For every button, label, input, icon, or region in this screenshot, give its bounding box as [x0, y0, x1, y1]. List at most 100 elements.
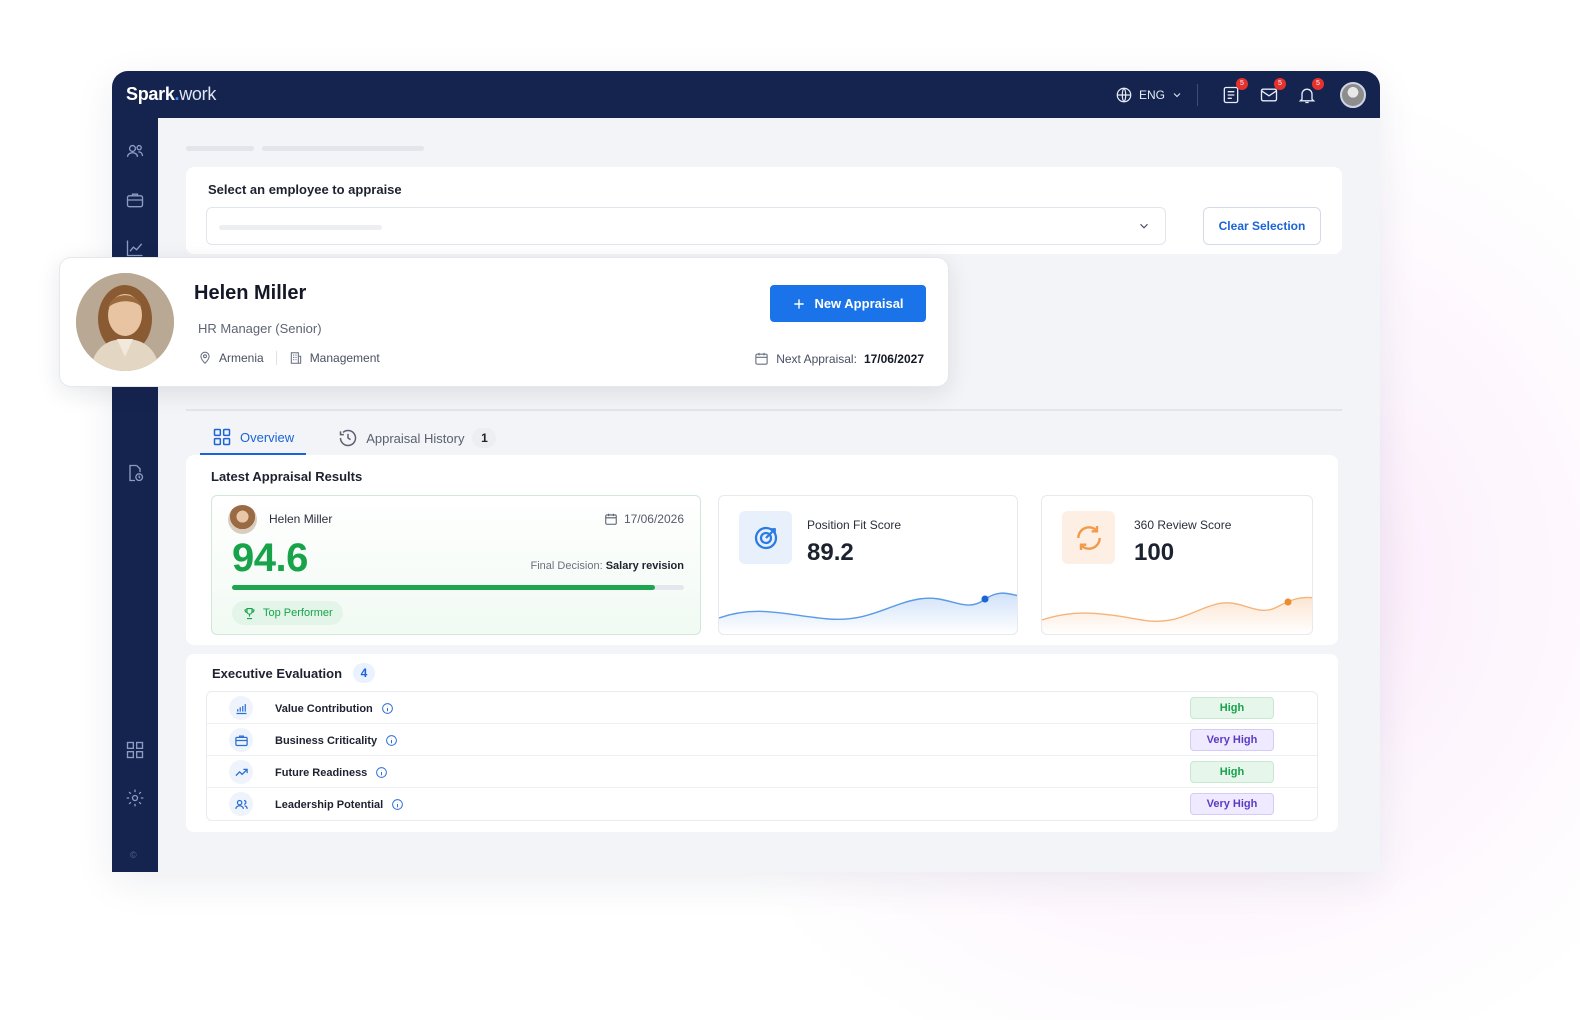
- icon-circle: [229, 728, 253, 752]
- rating-badge: High: [1190, 761, 1274, 783]
- language-selector[interactable]: ENG: [1115, 86, 1183, 104]
- score-value: 100: [1134, 539, 1175, 566]
- icon-circle: [229, 696, 253, 720]
- users-icon[interactable]: [125, 141, 145, 161]
- profile-photo: [76, 273, 174, 371]
- section-divider: [186, 409, 1342, 411]
- location: Armenia: [198, 351, 264, 365]
- messages-button[interactable]: 5: [1257, 77, 1286, 107]
- info-icon[interactable]: [375, 766, 388, 779]
- notifications-badge: 5: [1312, 77, 1324, 90]
- score-label: Position Fit Score: [807, 518, 902, 532]
- trending-up-icon: [234, 768, 248, 776]
- top-bar: Spark.work ENG 5 5 5: [112, 71, 1380, 118]
- appraisal-date: 17/06/2026: [604, 512, 684, 526]
- language-label: ENG: [1138, 87, 1165, 102]
- briefcase-icon[interactable]: [125, 190, 145, 210]
- tab-label: Appraisal History: [366, 430, 465, 446]
- refresh-icon: [1076, 525, 1101, 550]
- table-row: Leadership Potential Very High: [207, 788, 1317, 820]
- calendar-icon: [605, 513, 617, 525]
- tasks-badge: 5: [1236, 77, 1248, 90]
- gear-icon[interactable]: [125, 788, 145, 808]
- score-label: 360 Review Score: [1134, 518, 1232, 532]
- overall-score-card[interactable]: Helen Miller 17/06/2026 94.6 Final Decis…: [211, 495, 701, 635]
- executive-title: Executive Evaluation: [212, 666, 343, 681]
- grid-icon[interactable]: [125, 740, 145, 760]
- user-avatar[interactable]: [1340, 81, 1366, 108]
- score-value: 89.2: [807, 539, 854, 566]
- evaluation-table: Value Contribution High Business Critica…: [206, 691, 1318, 821]
- location-text: Armenia: [219, 351, 264, 365]
- overall-score: 94.6: [232, 536, 308, 580]
- selector-title: Select an employee to appraise: [208, 182, 402, 197]
- dashboard-icon: [213, 428, 231, 446]
- divider: [1197, 83, 1198, 106]
- employee-profile-card: Helen Miller HR Manager (Senior) Armenia…: [59, 257, 949, 387]
- icon-circle: [229, 760, 253, 784]
- table-row: Future Readiness High: [207, 756, 1317, 788]
- calendar-icon: [755, 352, 768, 365]
- row-label-text: Value Contribution: [275, 702, 373, 715]
- employee-title: HR Manager (Senior): [198, 321, 322, 336]
- sparkline-point: [1284, 598, 1292, 606]
- rating-badge: Very High: [1190, 729, 1274, 751]
- row-label: Future Readiness: [275, 766, 388, 779]
- department-text: Management: [309, 351, 380, 365]
- tab-overview[interactable]: Overview: [200, 421, 307, 455]
- app-window: Spark.work ENG 5 5 5 © Select an employe…: [112, 71, 1380, 872]
- row-label: Value Contribution: [275, 702, 394, 715]
- score-progress-fill: [232, 585, 656, 590]
- review-360-card[interactable]: 360 Review Score 100: [1041, 495, 1313, 635]
- info-icon[interactable]: [385, 734, 398, 747]
- breadcrumb: [186, 146, 254, 151]
- sidebar: ©: [112, 118, 158, 872]
- decision-value: Salary revision: [605, 560, 684, 572]
- chart-icon[interactable]: [125, 238, 145, 258]
- table-row: Value Contribution High: [207, 692, 1317, 724]
- building-icon: [290, 352, 301, 364]
- info-icon[interactable]: [391, 798, 404, 811]
- icon-circle: [229, 792, 253, 816]
- icon-box: [1062, 511, 1115, 564]
- document-clock-icon[interactable]: [125, 463, 145, 483]
- messages-badge: 5: [1274, 77, 1286, 90]
- latest-results-title: Latest Appraisal Results: [211, 469, 363, 484]
- target-icon: [754, 526, 777, 549]
- map-pin-icon: [200, 351, 210, 364]
- employee-selector-card: Select an employee to appraise Clear Sel…: [186, 167, 1342, 254]
- employee-meta: Armenia Management: [198, 351, 380, 365]
- row-label-text: Business Criticality: [275, 734, 378, 747]
- new-appraisal-button[interactable]: New Appraisal: [770, 285, 926, 322]
- date-text: 17/06/2026: [623, 512, 684, 526]
- tasks-button[interactable]: 5: [1219, 77, 1248, 107]
- decision-label: Final Decision:: [530, 560, 603, 572]
- portrait-image: [76, 273, 174, 371]
- briefcase-icon: [234, 735, 248, 746]
- tab-appraisal-history[interactable]: Appraisal History 1: [326, 421, 508, 455]
- main-content: Select an employee to appraise Clear Sel…: [158, 118, 1380, 872]
- row-label-text: Leadership Potential: [275, 798, 384, 811]
- next-appraisal-date: 17/06/2027: [863, 351, 924, 366]
- department: Management: [289, 351, 380, 365]
- chevron-down-icon: [1140, 223, 1148, 229]
- divider: [275, 351, 277, 365]
- next-appraisal: Next Appraisal: 17/06/2027: [754, 351, 924, 366]
- executive-count-badge: 4: [353, 663, 375, 683]
- tab-bar: Overview Appraisal History 1: [200, 420, 508, 456]
- tab-label: Overview: [240, 429, 295, 445]
- button-label: New Appraisal: [814, 296, 904, 311]
- avatar: [228, 505, 257, 534]
- clear-selection-button[interactable]: Clear Selection: [1203, 207, 1321, 245]
- history-icon: [339, 429, 357, 447]
- bar-chart-icon: [236, 703, 246, 714]
- top-performer-badge: Top Performer: [232, 601, 343, 625]
- row-label: Business Criticality: [275, 734, 398, 747]
- position-fit-card[interactable]: Position Fit Score 89.2: [718, 495, 1018, 635]
- notifications-button[interactable]: 5: [1295, 77, 1324, 107]
- plus-icon: [794, 298, 805, 309]
- info-icon[interactable]: [381, 702, 394, 715]
- chevron-down-icon: [1173, 92, 1181, 97]
- rating-badge: Very High: [1190, 793, 1274, 815]
- employee-select[interactable]: [206, 207, 1166, 245]
